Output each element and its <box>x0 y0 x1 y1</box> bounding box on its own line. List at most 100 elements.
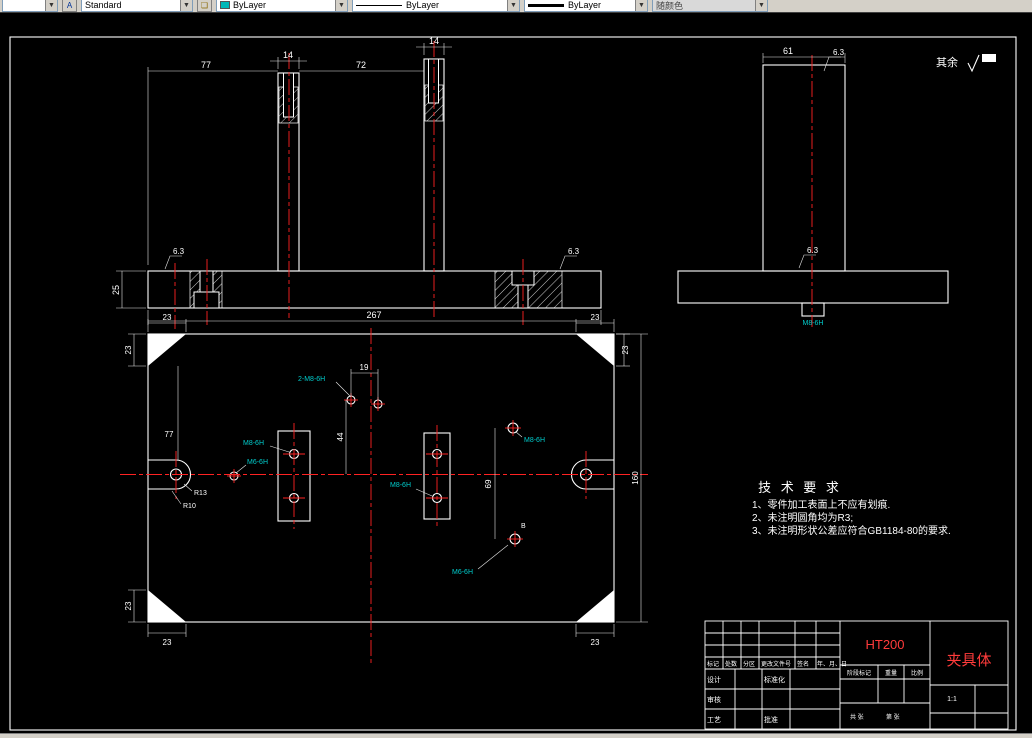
lineweight-value: ByLayer <box>568 0 602 10</box>
plan-view: 23 23 23 23 23 23 23 19 44 69 77 160 2-M… <box>120 313 648 663</box>
thread-label: M6-6H <box>247 459 268 466</box>
tb-sheet: 第 张 <box>886 713 900 721</box>
text-style-value: Standard <box>85 0 122 10</box>
finish-label: 6.3 <box>807 246 819 255</box>
dim-77-plan: 77 <box>165 366 179 460</box>
color-value: ByLayer <box>233 0 267 10</box>
dim-267: 267 <box>147 310 602 325</box>
material-label: HT200 <box>865 637 904 652</box>
dim-label: 19 <box>360 363 369 372</box>
corner-chamfer <box>148 590 186 622</box>
tech-req-item: 3、未注明形状公差应符合GB1184-80的要求. <box>752 524 951 537</box>
text-style-dropdown[interactable]: Standard ▼ <box>81 0 193 12</box>
finish-label: 6.3 <box>833 48 845 57</box>
tb-header: 年、月、日 <box>817 660 847 668</box>
linetype-value: ByLayer <box>406 0 440 10</box>
dim-19: 19 <box>350 363 379 400</box>
dim-label: 23 <box>124 601 133 610</box>
roughness-block-icon <box>982 54 996 62</box>
dim-160: 160 <box>616 333 648 623</box>
lineweight-control-dropdown[interactable]: ByLayer ▼ <box>524 0 648 12</box>
color-swatch <box>220 1 230 9</box>
tb-header: 分区 <box>743 660 755 668</box>
slot-section-left-wide <box>193 291 220 309</box>
tech-requirements: 技 术 要 求 1、零件加工表面上不应有划痕. 2、未注明圆角均为R3; 3、未… <box>752 480 951 537</box>
properties-toolbar: ▼ A Standard ▼ ❏ ByLayer ▼ ByLayer ▼ ByL… <box>0 0 1032 13</box>
tapped-hole-left-post <box>283 72 294 118</box>
tb-header: 重量 <box>885 669 897 677</box>
point-b-label: B <box>521 523 526 530</box>
dim-23-br: 23 <box>575 624 615 647</box>
radius-label: R10 <box>183 503 196 510</box>
front-view: 77 72 14 14 267 25 6.3 6.3 <box>111 36 602 329</box>
dim-label: 23 <box>124 345 133 354</box>
corner-chamfer <box>148 334 186 366</box>
color-control-dropdown[interactable]: ByLayer ▼ <box>216 0 348 12</box>
tapped-hole-right-post <box>428 58 439 104</box>
thread-label: M8-6H <box>390 482 411 489</box>
finish-label: 6.3 <box>568 247 580 256</box>
dim-label: 23 <box>591 313 600 322</box>
lineweight-preview <box>528 3 564 7</box>
layers-icon[interactable]: ❏ <box>197 0 212 12</box>
label-m6-left: M6-6H <box>235 459 268 474</box>
label-2m8: 2-M8-6H <box>298 376 352 398</box>
tb-sheet: 共 张 <box>850 713 864 721</box>
plate-outline <box>147 333 615 623</box>
label-m6-bottom: M6-6H <box>452 544 509 576</box>
dim-23-bl-v: 23 <box>124 589 146 623</box>
dim-label: 25 <box>111 285 121 295</box>
partial-dropdown[interactable]: ▼ <box>2 0 58 12</box>
dropdown-arrow-icon: ▼ <box>335 0 347 11</box>
plotstyle-control-dropdown[interactable]: 随颜色 ▼ <box>652 0 768 12</box>
tech-req-title: 技 术 要 求 <box>758 480 842 495</box>
tb-header: 签名 <box>797 660 809 668</box>
dim-23-right-v: 23 <box>616 333 630 367</box>
finish-mark-base: 6.3 <box>798 246 819 269</box>
finish-label: 6.3 <box>173 247 185 256</box>
dim-label: 267 <box>366 310 381 320</box>
dim-25: 25 <box>111 270 146 309</box>
corner-chamfer <box>576 334 614 366</box>
label-m8-hole: M8-6H <box>515 431 545 444</box>
finish-mark-top: 6.3 <box>823 48 845 72</box>
dim-label: 72 <box>356 60 366 70</box>
dim-label: 61 <box>783 46 793 56</box>
label-m8-leftslot: M8-6H <box>243 440 290 453</box>
cad-drawing: 其余 77 72 14 14 267 25 6.3 6.3 61 6.3 6.3… <box>9 36 1017 731</box>
plotstyle-value: 随颜色 <box>656 0 684 11</box>
tb-role: 标准化 <box>764 675 785 684</box>
part-name-label: 夹具体 <box>946 652 991 669</box>
dim-label: 23 <box>163 638 172 647</box>
thread-label: M8-6H <box>802 320 823 327</box>
dim-label: 14 <box>429 36 439 46</box>
tb-header: 标记 <box>707 660 719 668</box>
boss-side <box>801 302 825 317</box>
dropdown-arrow-icon: ▼ <box>507 0 519 11</box>
command-line-strip[interactable] <box>0 733 1032 738</box>
dim-label: 23 <box>621 345 630 354</box>
tb-header: 处数 <box>725 660 737 668</box>
dim-label: 23 <box>163 313 172 322</box>
finish-mark-right: 6.3 <box>559 247 580 270</box>
label-r10: R10 <box>171 490 196 510</box>
dim-44: 44 <box>336 400 347 474</box>
thread-label: M8-6H <box>243 440 264 447</box>
tb-role: 设计 <box>707 675 721 684</box>
post-side <box>762 64 846 272</box>
title-block: 标记 处数 分区 更改文件号 签名 年、月、日 设计 标准化 审核 工艺 批准 … <box>704 620 1009 730</box>
label-r13: R13 <box>183 483 207 497</box>
dropdown-arrow-icon: ▼ <box>635 0 647 11</box>
tech-req-item: 1、零件加工表面上不应有划痕. <box>752 498 890 511</box>
dim-label: 44 <box>336 432 345 441</box>
drawing-canvas[interactable]: 其余 77 72 14 14 267 25 6.3 6.3 61 6.3 6.3… <box>0 13 1032 733</box>
text-style-icon[interactable]: A <box>62 0 77 12</box>
dropdown-arrow-icon: ▼ <box>180 0 192 11</box>
dim-14-left: 14 <box>270 50 307 69</box>
dim-23-tl: 23 <box>147 313 187 332</box>
thread-label: 2-M8-6H <box>298 376 325 383</box>
linetype-control-dropdown[interactable]: ByLayer ▼ <box>352 0 520 12</box>
thread-label: M8-6H <box>524 437 545 444</box>
dim-77: 77 <box>147 60 278 265</box>
tech-req-item: 2、未注明圆角均为R3; <box>752 511 853 524</box>
